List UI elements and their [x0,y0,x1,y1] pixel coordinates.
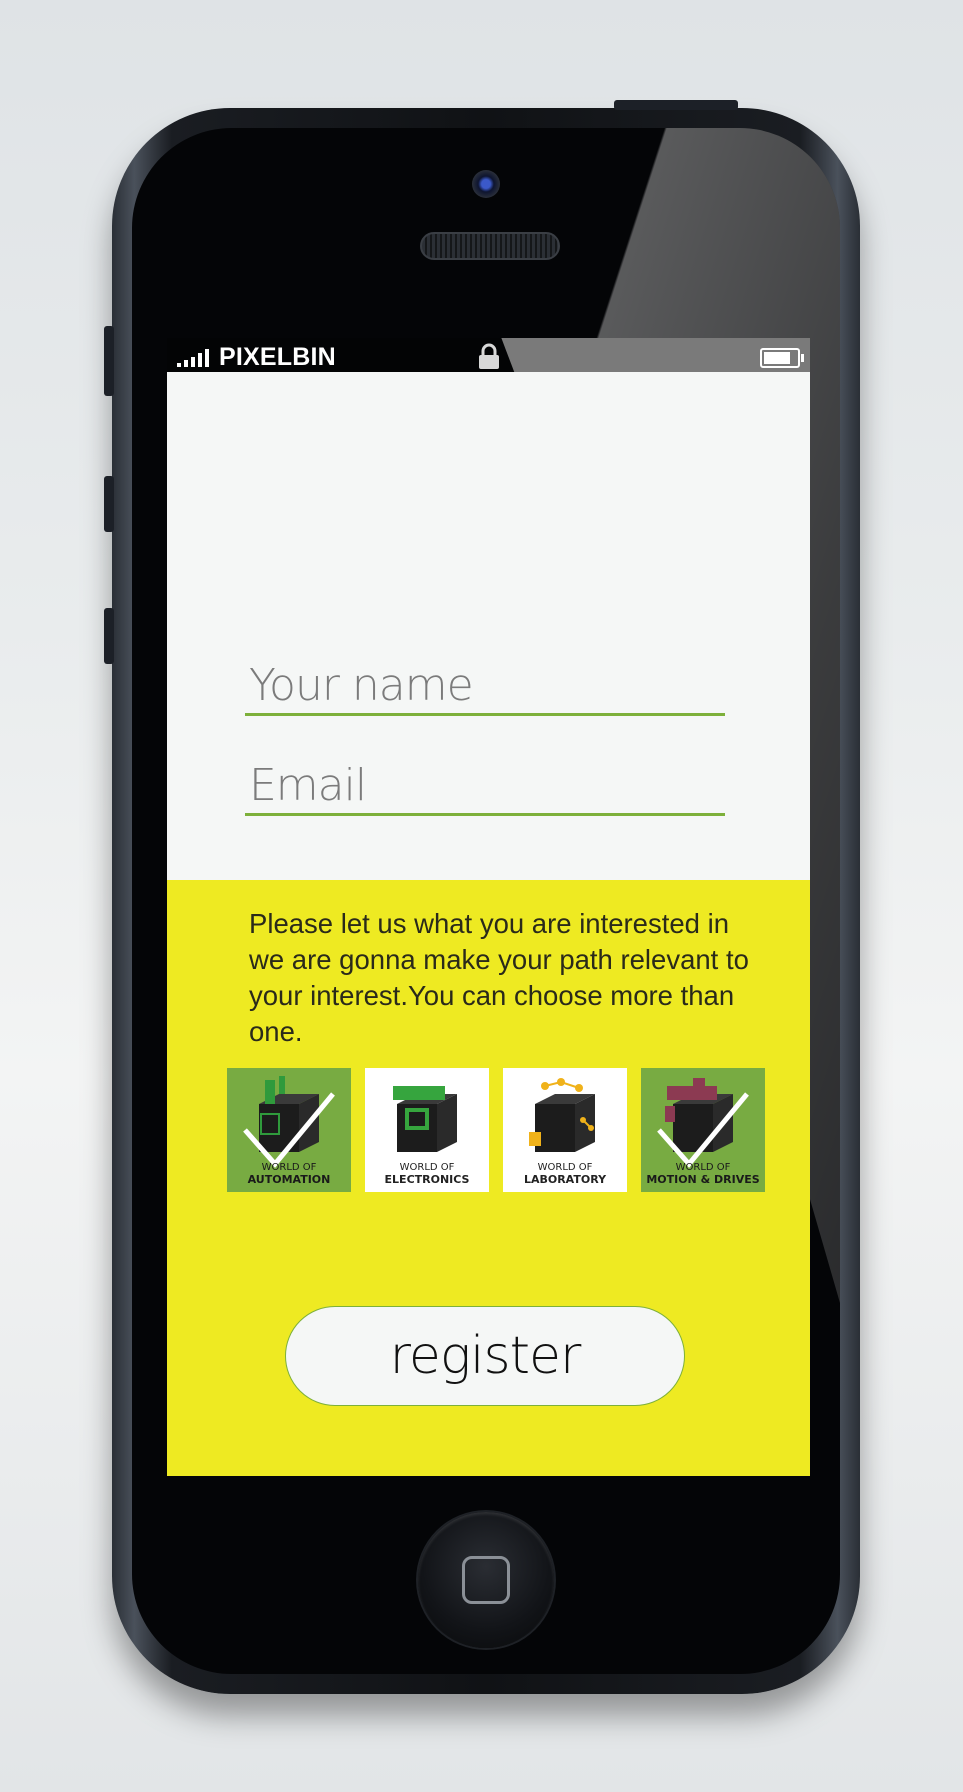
battery-icon [760,348,804,368]
signal-bars-icon [177,349,209,367]
register-button[interactable]: register [285,1306,685,1406]
interest-tile-electronics[interactable]: WORLD OF ELECTRONICS [365,1068,489,1192]
carrier-name: PIXELBIN [219,343,336,371]
status-bar: PIXELBIN [167,338,810,372]
earpiece-speaker [420,232,560,260]
mute-switch [104,326,114,396]
power-button [614,100,738,110]
interest-tile-laboratory[interactable]: WORLD OF LABORATORY [503,1068,627,1192]
email-field[interactable]: Email [245,760,725,816]
home-square-icon [462,1556,510,1604]
interest-tiles: WORLD OF AUTOMATION WORLD OF ELECTRONICS [227,1068,765,1192]
electronics-cube-icon [393,1086,457,1152]
interests-description: Please let us what you are interested in… [249,908,749,1047]
tile-label: WORLD OF AUTOMATION [247,1162,331,1186]
checkmark-icon [657,1092,749,1168]
name-field[interactable]: Your name [245,660,725,716]
lock-icon [479,343,499,369]
checkmark-icon [243,1092,335,1168]
interest-tile-motion-drives[interactable]: WORLD OF MOTION & DRIVES [641,1068,765,1192]
interests-panel: Please let us what you are interested in… [167,880,810,1476]
interest-tile-automation[interactable]: WORLD OF AUTOMATION [227,1068,351,1192]
laboratory-cube-icon [529,1078,595,1152]
name-placeholder: Your name [249,660,474,711]
front-camera-icon [472,170,500,198]
tile-label: WORLD OF MOTION & DRIVES [646,1162,760,1186]
home-button[interactable] [418,1512,554,1648]
email-placeholder: Email [249,760,367,811]
volume-down-button [104,608,114,664]
tile-label: WORLD OF LABORATORY [523,1162,607,1186]
volume-up-button [104,476,114,532]
tile-label: WORLD OF ELECTRONICS [384,1162,470,1186]
app-screen: PIXELBIN Your name Email Please let us w… [167,338,810,1476]
